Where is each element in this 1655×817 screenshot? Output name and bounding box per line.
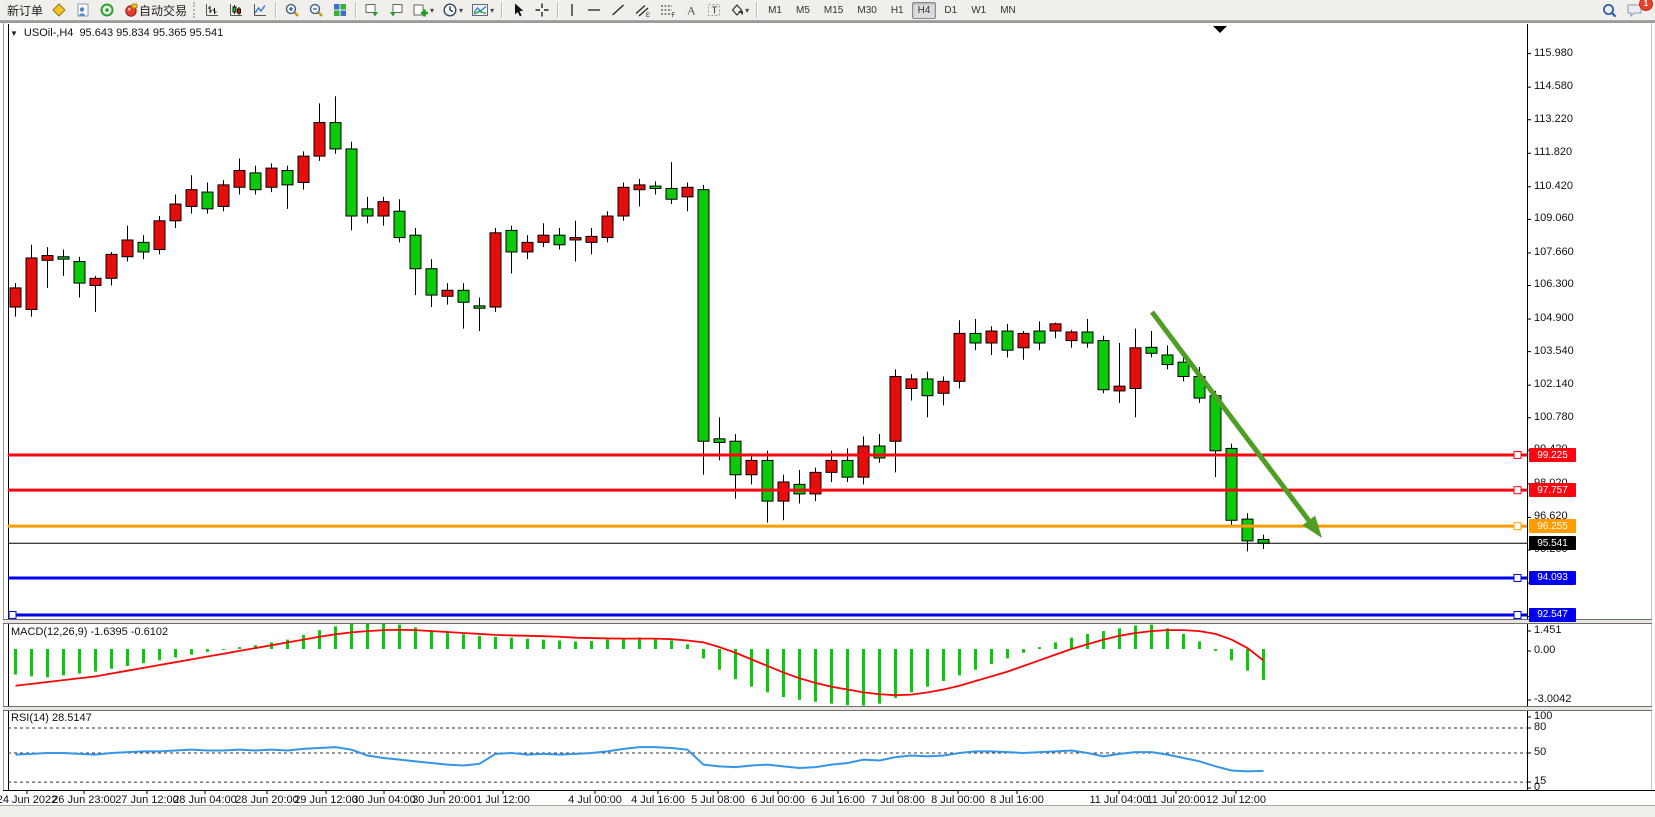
candle <box>602 216 613 238</box>
candle <box>762 460 773 501</box>
panel-splitter-rsi[interactable] <box>3 706 1652 711</box>
macd-indicator-label: MACD(12,26,9) -1.6395 -0.6102 <box>11 626 168 638</box>
rsi-indicator-label: RSI(14) 28.5147 <box>11 712 92 724</box>
candle <box>1242 519 1253 541</box>
candles-series <box>10 96 1269 551</box>
candle <box>1226 448 1237 520</box>
hline-handle[interactable] <box>1514 574 1521 581</box>
candle <box>426 269 437 295</box>
candle <box>378 202 389 216</box>
candle <box>1162 355 1173 365</box>
candle <box>362 209 373 216</box>
candle <box>266 168 277 187</box>
candle <box>10 288 21 307</box>
rsi-line <box>16 747 1264 771</box>
status-bar <box>0 805 1655 817</box>
candle <box>938 381 949 393</box>
candle <box>1146 347 1157 353</box>
hline-handle[interactable] <box>1514 452 1521 459</box>
hline-handle[interactable] <box>1514 523 1521 530</box>
chart-title-bar: ▼ USOil-,H4 95.643 95.834 95.365 95.541 <box>10 27 223 39</box>
candle <box>698 190 709 442</box>
candle <box>650 186 661 188</box>
candle <box>1178 362 1189 376</box>
candle <box>618 187 629 216</box>
candle <box>842 460 853 477</box>
candle <box>282 171 293 185</box>
candle <box>442 290 453 296</box>
candle <box>490 233 501 307</box>
candle <box>714 439 725 443</box>
candle <box>1098 341 1109 390</box>
hline-handle[interactable] <box>1514 611 1521 618</box>
candle <box>250 173 261 190</box>
candle <box>122 240 133 257</box>
candle <box>586 236 597 242</box>
chart-shift-marker[interactable] <box>1213 26 1227 33</box>
candle <box>298 156 309 182</box>
candle <box>186 190 197 207</box>
candle <box>1002 331 1013 350</box>
candle <box>346 149 357 216</box>
candle <box>634 185 645 190</box>
candle <box>1130 348 1141 389</box>
candle <box>1082 332 1093 343</box>
candle <box>554 235 565 245</box>
candle <box>746 460 757 474</box>
hline-handle[interactable] <box>1514 487 1521 494</box>
candle <box>314 123 325 157</box>
candle <box>330 123 341 149</box>
candle <box>922 379 933 396</box>
candle <box>570 238 581 240</box>
candle <box>858 446 869 477</box>
candle <box>1258 539 1269 543</box>
candle <box>74 262 85 284</box>
candle <box>106 254 117 278</box>
candle <box>138 242 149 252</box>
candle <box>90 278 101 285</box>
candle <box>26 258 37 310</box>
candle <box>1018 333 1029 347</box>
hline-handle[interactable] <box>9 611 16 618</box>
candle <box>154 221 165 250</box>
price-chart-canvas[interactable] <box>0 0 1655 817</box>
candle <box>202 192 213 209</box>
candle <box>522 242 533 252</box>
collapse-triangle-icon[interactable]: ▼ <box>10 29 18 38</box>
candle <box>682 187 693 197</box>
candle <box>42 256 53 261</box>
symbol-period-label: USOil-,H4 <box>24 27 74 39</box>
candle <box>890 377 901 442</box>
candle <box>1114 386 1125 391</box>
candle <box>986 331 997 343</box>
candle <box>1066 332 1077 341</box>
candle <box>1050 324 1061 331</box>
candle <box>394 211 405 237</box>
candle <box>666 188 677 199</box>
ohlc-quote-label: 95.643 95.834 95.365 95.541 <box>79 27 223 39</box>
candle <box>506 230 517 252</box>
candle <box>58 257 69 259</box>
candle <box>906 379 917 389</box>
mt4-window: 新订单 自动交易 <box>0 0 1655 817</box>
candle <box>218 185 229 207</box>
candle <box>954 333 965 381</box>
candle <box>170 204 181 221</box>
candle <box>410 235 421 269</box>
candle <box>234 171 245 188</box>
candle <box>538 235 549 242</box>
candle <box>730 441 741 475</box>
candle <box>826 460 837 472</box>
candle <box>1034 331 1045 343</box>
panel-splitter-macd[interactable] <box>3 619 1652 624</box>
candle <box>474 306 485 308</box>
candle <box>458 290 469 302</box>
candle <box>970 333 981 343</box>
